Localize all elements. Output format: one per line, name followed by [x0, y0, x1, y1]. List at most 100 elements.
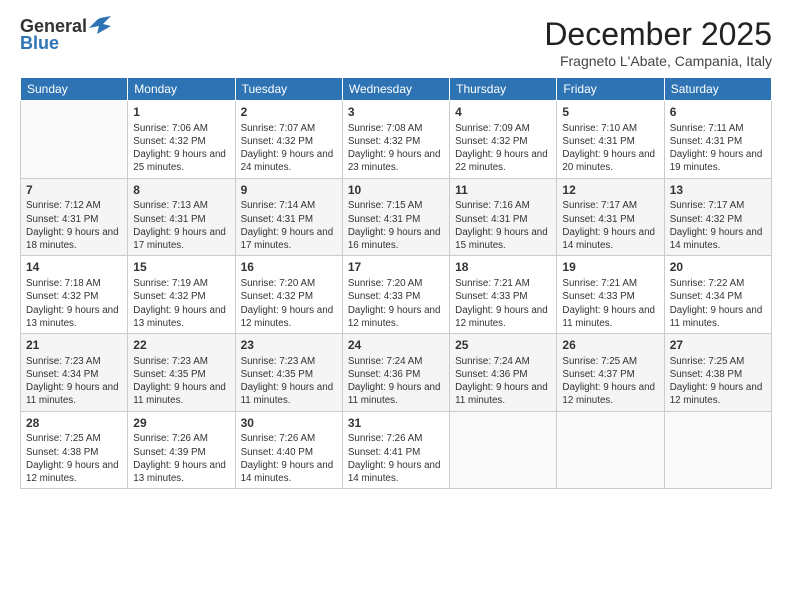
calendar-cell: 11Sunrise: 7:16 AM Sunset: 4:31 PM Dayli… [450, 178, 557, 256]
calendar-cell: 7Sunrise: 7:12 AM Sunset: 4:31 PM Daylig… [21, 178, 128, 256]
day-info: Sunrise: 7:13 AM Sunset: 4:31 PM Dayligh… [133, 199, 229, 252]
col-sunday: Sunday [21, 78, 128, 101]
logo-blue: Blue [20, 33, 59, 54]
day-number: 30 [241, 415, 337, 432]
calendar-cell: 15Sunrise: 7:19 AM Sunset: 4:32 PM Dayli… [128, 256, 235, 334]
day-info: Sunrise: 7:12 AM Sunset: 4:31 PM Dayligh… [26, 199, 122, 252]
calendar-cell: 14Sunrise: 7:18 AM Sunset: 4:32 PM Dayli… [21, 256, 128, 334]
day-number: 31 [348, 415, 444, 432]
day-number: 16 [241, 259, 337, 276]
day-number: 11 [455, 182, 551, 199]
calendar-cell: 1Sunrise: 7:06 AM Sunset: 4:32 PM Daylig… [128, 101, 235, 179]
day-number: 15 [133, 259, 229, 276]
calendar-cell: 29Sunrise: 7:26 AM Sunset: 4:39 PM Dayli… [128, 411, 235, 489]
calendar-cell: 17Sunrise: 7:20 AM Sunset: 4:33 PM Dayli… [342, 256, 449, 334]
calendar-week-5: 28Sunrise: 7:25 AM Sunset: 4:38 PM Dayli… [21, 411, 772, 489]
day-number: 12 [562, 182, 658, 199]
month-title: December 2025 [544, 16, 772, 53]
day-number: 25 [455, 337, 551, 354]
day-info: Sunrise: 7:24 AM Sunset: 4:36 PM Dayligh… [455, 355, 551, 408]
day-number: 22 [133, 337, 229, 354]
calendar-cell: 13Sunrise: 7:17 AM Sunset: 4:32 PM Dayli… [664, 178, 771, 256]
calendar-cell [21, 101, 128, 179]
calendar-cell: 30Sunrise: 7:26 AM Sunset: 4:40 PM Dayli… [235, 411, 342, 489]
day-info: Sunrise: 7:23 AM Sunset: 4:35 PM Dayligh… [133, 355, 229, 408]
col-monday: Monday [128, 78, 235, 101]
day-info: Sunrise: 7:10 AM Sunset: 4:31 PM Dayligh… [562, 122, 658, 175]
day-number: 29 [133, 415, 229, 432]
day-number: 14 [26, 259, 122, 276]
day-info: Sunrise: 7:23 AM Sunset: 4:34 PM Dayligh… [26, 355, 122, 408]
day-info: Sunrise: 7:25 AM Sunset: 4:38 PM Dayligh… [670, 355, 766, 408]
calendar-cell [664, 411, 771, 489]
col-wednesday: Wednesday [342, 78, 449, 101]
calendar-cell: 9Sunrise: 7:14 AM Sunset: 4:31 PM Daylig… [235, 178, 342, 256]
day-number: 17 [348, 259, 444, 276]
calendar-cell: 28Sunrise: 7:25 AM Sunset: 4:38 PM Dayli… [21, 411, 128, 489]
day-info: Sunrise: 7:18 AM Sunset: 4:32 PM Dayligh… [26, 277, 122, 330]
day-number: 13 [670, 182, 766, 199]
day-info: Sunrise: 7:09 AM Sunset: 4:32 PM Dayligh… [455, 122, 551, 175]
calendar-cell [450, 411, 557, 489]
calendar-week-3: 14Sunrise: 7:18 AM Sunset: 4:32 PM Dayli… [21, 256, 772, 334]
day-info: Sunrise: 7:21 AM Sunset: 4:33 PM Dayligh… [562, 277, 658, 330]
day-info: Sunrise: 7:06 AM Sunset: 4:32 PM Dayligh… [133, 122, 229, 175]
calendar-week-1: 1Sunrise: 7:06 AM Sunset: 4:32 PM Daylig… [21, 101, 772, 179]
day-info: Sunrise: 7:26 AM Sunset: 4:39 PM Dayligh… [133, 432, 229, 485]
day-number: 6 [670, 104, 766, 121]
calendar-cell: 19Sunrise: 7:21 AM Sunset: 4:33 PM Dayli… [557, 256, 664, 334]
title-section: December 2025 Fragneto L'Abate, Campania… [544, 16, 772, 69]
day-info: Sunrise: 7:25 AM Sunset: 4:38 PM Dayligh… [26, 432, 122, 485]
day-info: Sunrise: 7:14 AM Sunset: 4:31 PM Dayligh… [241, 199, 337, 252]
day-info: Sunrise: 7:19 AM Sunset: 4:32 PM Dayligh… [133, 277, 229, 330]
day-number: 27 [670, 337, 766, 354]
calendar-cell [557, 411, 664, 489]
col-friday: Friday [557, 78, 664, 101]
calendar-cell: 25Sunrise: 7:24 AM Sunset: 4:36 PM Dayli… [450, 334, 557, 412]
day-number: 19 [562, 259, 658, 276]
day-info: Sunrise: 7:22 AM Sunset: 4:34 PM Dayligh… [670, 277, 766, 330]
day-info: Sunrise: 7:08 AM Sunset: 4:32 PM Dayligh… [348, 122, 444, 175]
day-info: Sunrise: 7:20 AM Sunset: 4:32 PM Dayligh… [241, 277, 337, 330]
calendar-cell: 18Sunrise: 7:21 AM Sunset: 4:33 PM Dayli… [450, 256, 557, 334]
col-saturday: Saturday [664, 78, 771, 101]
calendar-week-4: 21Sunrise: 7:23 AM Sunset: 4:34 PM Dayli… [21, 334, 772, 412]
day-number: 5 [562, 104, 658, 121]
calendar-cell: 20Sunrise: 7:22 AM Sunset: 4:34 PM Dayli… [664, 256, 771, 334]
day-info: Sunrise: 7:16 AM Sunset: 4:31 PM Dayligh… [455, 199, 551, 252]
calendar-cell: 4Sunrise: 7:09 AM Sunset: 4:32 PM Daylig… [450, 101, 557, 179]
day-number: 2 [241, 104, 337, 121]
day-number: 4 [455, 104, 551, 121]
day-number: 8 [133, 182, 229, 199]
day-number: 23 [241, 337, 337, 354]
day-info: Sunrise: 7:17 AM Sunset: 4:32 PM Dayligh… [670, 199, 766, 252]
day-number: 9 [241, 182, 337, 199]
day-info: Sunrise: 7:07 AM Sunset: 4:32 PM Dayligh… [241, 122, 337, 175]
header: General Blue December 2025 Fragneto L'Ab… [20, 16, 772, 69]
day-number: 26 [562, 337, 658, 354]
day-info: Sunrise: 7:26 AM Sunset: 4:41 PM Dayligh… [348, 432, 444, 485]
calendar-cell: 3Sunrise: 7:08 AM Sunset: 4:32 PM Daylig… [342, 101, 449, 179]
day-number: 3 [348, 104, 444, 121]
calendar-cell: 6Sunrise: 7:11 AM Sunset: 4:31 PM Daylig… [664, 101, 771, 179]
day-info: Sunrise: 7:21 AM Sunset: 4:33 PM Dayligh… [455, 277, 551, 330]
calendar-week-2: 7Sunrise: 7:12 AM Sunset: 4:31 PM Daylig… [21, 178, 772, 256]
calendar-cell: 12Sunrise: 7:17 AM Sunset: 4:31 PM Dayli… [557, 178, 664, 256]
logo-bird-icon [89, 16, 111, 34]
day-number: 20 [670, 259, 766, 276]
day-number: 1 [133, 104, 229, 121]
logo: General Blue [20, 16, 111, 54]
calendar-header-row: Sunday Monday Tuesday Wednesday Thursday… [21, 78, 772, 101]
calendar-cell: 8Sunrise: 7:13 AM Sunset: 4:31 PM Daylig… [128, 178, 235, 256]
col-tuesday: Tuesday [235, 78, 342, 101]
day-info: Sunrise: 7:17 AM Sunset: 4:31 PM Dayligh… [562, 199, 658, 252]
day-info: Sunrise: 7:23 AM Sunset: 4:35 PM Dayligh… [241, 355, 337, 408]
calendar-cell: 21Sunrise: 7:23 AM Sunset: 4:34 PM Dayli… [21, 334, 128, 412]
page: General Blue December 2025 Fragneto L'Ab… [0, 0, 792, 612]
calendar-cell: 26Sunrise: 7:25 AM Sunset: 4:37 PM Dayli… [557, 334, 664, 412]
calendar-cell: 24Sunrise: 7:24 AM Sunset: 4:36 PM Dayli… [342, 334, 449, 412]
day-info: Sunrise: 7:24 AM Sunset: 4:36 PM Dayligh… [348, 355, 444, 408]
location: Fragneto L'Abate, Campania, Italy [544, 53, 772, 69]
calendar-table: Sunday Monday Tuesday Wednesday Thursday… [20, 77, 772, 489]
day-number: 24 [348, 337, 444, 354]
